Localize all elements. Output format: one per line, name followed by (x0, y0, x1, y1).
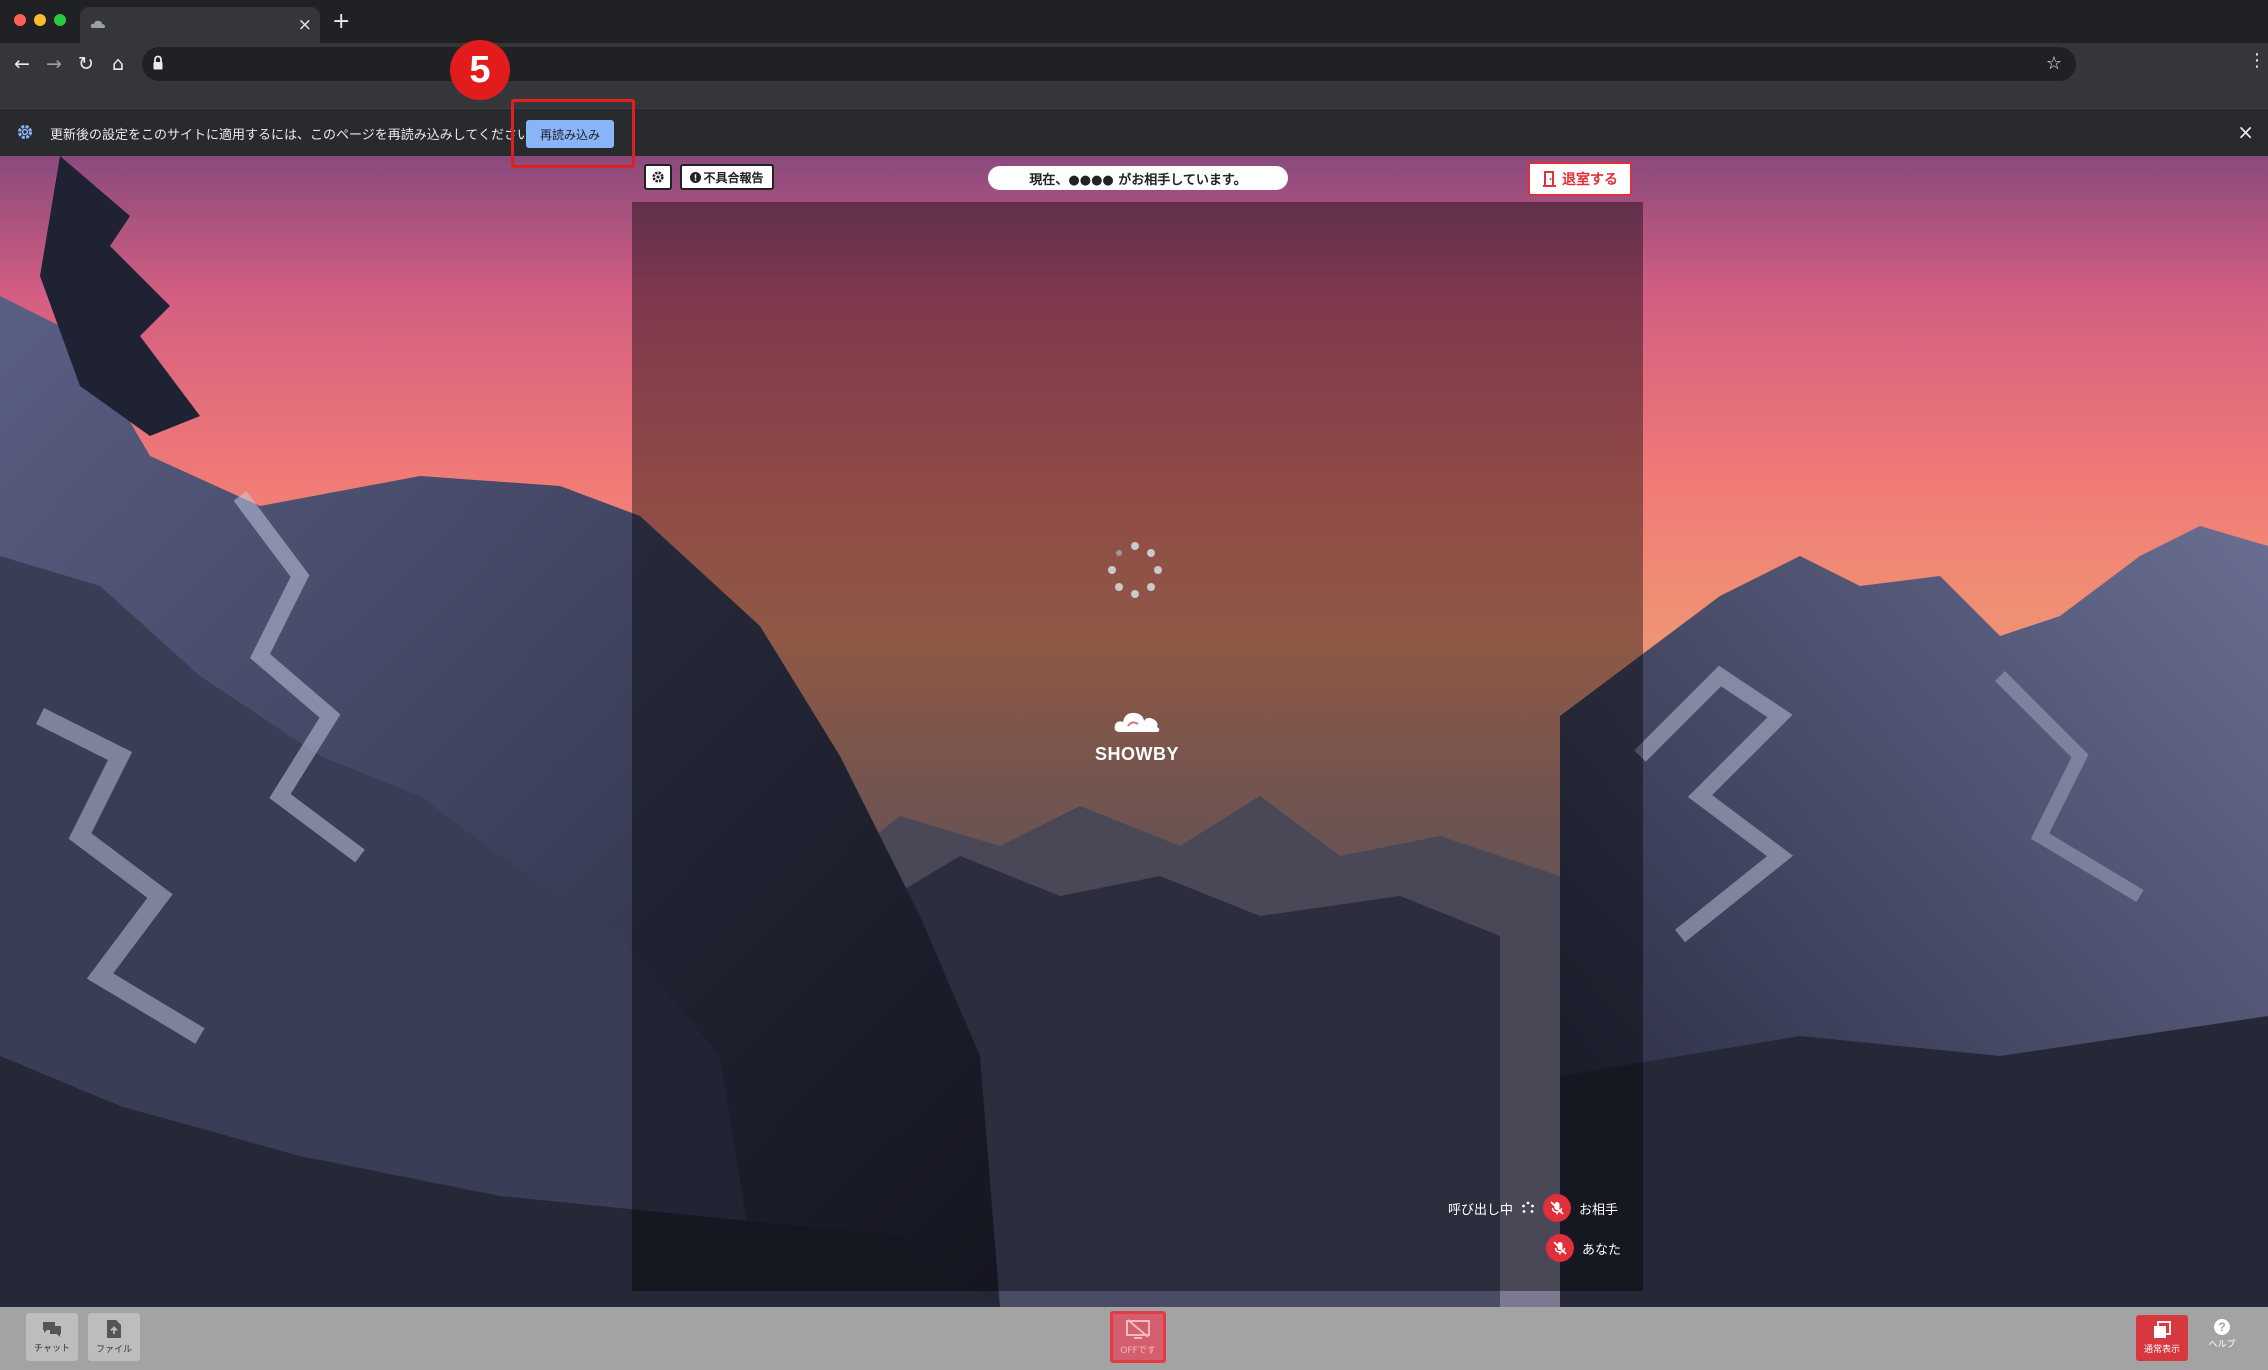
loading-spinner-icon (1108, 542, 1162, 598)
infobar-message: 更新後の設定をこのサイトに適用するには、このページを再読み込みしてください (50, 128, 530, 143)
status-message: 現在、●●●● がお相手しています。 (988, 166, 1288, 190)
address-bar[interactable]: ☆ (142, 47, 2076, 81)
forward-arrow-icon[interactable]: → (40, 50, 68, 78)
leave-room-label: 退室する (1562, 172, 1618, 188)
bookmark-star-icon[interactable]: ☆ (2046, 53, 2062, 74)
file-label: ファイル (95, 1345, 132, 1355)
normal-view-button[interactable]: 通常表示 (2136, 1315, 2188, 1361)
browser-tab[interactable]: × (80, 7, 320, 43)
home-icon[interactable]: ⌂ (104, 50, 132, 78)
video-room-page: 不具合報告 現在、●●●● がお相手しています。 退室する SHOWBY 呼び出… (0, 156, 2268, 1307)
camera-off-icon (1126, 1319, 1150, 1339)
you-status-row: あなた (1546, 1234, 1621, 1262)
cloud-logo-icon (1114, 712, 1160, 732)
bottom-toolbar: チャット ファイル OFFです 通常表示 ? ヘルプ (0, 1307, 2268, 1370)
chat-label: チャット (34, 1344, 70, 1354)
help-label: ヘルプ (2208, 1340, 2236, 1350)
info-circle-icon (690, 171, 702, 183)
browser-menu-icon[interactable]: ⋮ (2248, 50, 2266, 71)
bug-report-label: 不具合報告 (703, 170, 764, 185)
partner-mic-off-icon (1543, 1194, 1572, 1222)
tab-close-icon[interactable]: × (298, 15, 312, 35)
tab-strip: × + (0, 0, 2268, 43)
calling-status: 呼び出し中 (1448, 1202, 1514, 1218)
camera-toggle-button[interactable]: OFFです (1110, 1311, 1166, 1363)
window-view-icon (2154, 1321, 2171, 1338)
help-question-icon: ? (2214, 1319, 2230, 1335)
camera-status-label: OFFです (1120, 1346, 1156, 1356)
you-mic-off-icon (1546, 1234, 1574, 1262)
you-label: あなた (1582, 1242, 1622, 1258)
step-number-badge: 5 (450, 40, 510, 100)
partner-status-row: 呼び出し中 お相手 (1448, 1194, 1618, 1222)
calling-spinner-icon (1522, 1201, 1534, 1213)
file-button[interactable]: ファイル (88, 1313, 140, 1361)
chat-bubble-icon (43, 1322, 61, 1337)
exit-door-icon (1543, 171, 1556, 187)
lock-icon (153, 55, 163, 70)
reload-icon[interactable]: ↻ (72, 50, 100, 78)
back-arrow-icon[interactable]: ← (8, 50, 36, 78)
help-button[interactable]: ? ヘルプ (2200, 1319, 2244, 1350)
file-upload-icon (107, 1320, 121, 1338)
showby-logo: SHOWBY (1087, 706, 1187, 765)
chat-button[interactable]: チャット (26, 1313, 78, 1361)
highlight-frame (511, 99, 635, 168)
window-minimize-button[interactable] (34, 14, 46, 26)
infobar-close-icon[interactable]: × (2237, 120, 2254, 144)
gear-icon (652, 171, 664, 183)
new-tab-button[interactable]: + (332, 11, 350, 33)
bug-report-button[interactable]: 不具合報告 (680, 164, 774, 190)
partner-label: お相手 (1579, 1202, 1619, 1218)
normal-view-label: 通常表示 (2143, 1345, 2180, 1355)
window-close-button[interactable] (14, 14, 26, 26)
cloud-favicon-icon (90, 20, 105, 28)
gear-icon (18, 125, 32, 139)
leave-room-button[interactable]: 退室する (1528, 162, 1632, 196)
reload-infobar: 更新後の設定をこのサイトに適用するには、このページを再読み込みしてください 再読… (0, 108, 2268, 156)
logo-text: SHOWBY (1095, 744, 1179, 764)
settings-button[interactable] (644, 164, 672, 190)
window-maximize-button[interactable] (54, 14, 66, 26)
